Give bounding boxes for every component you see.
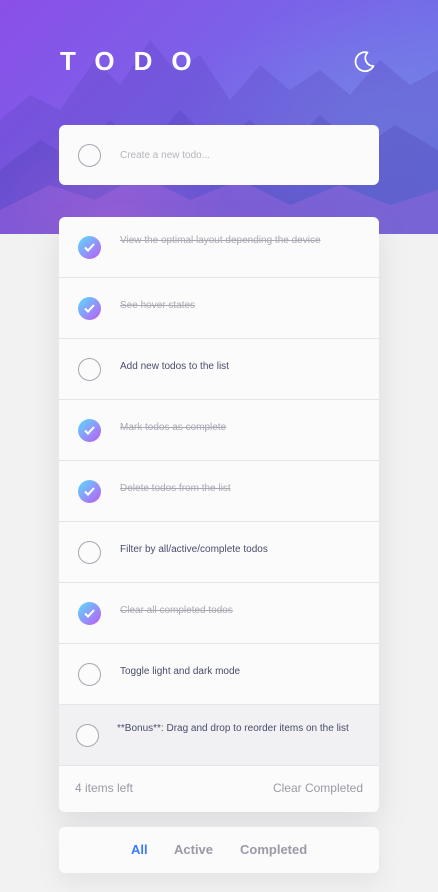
checkbox-checked[interactable] [78,602,101,625]
checkbox-unchecked[interactable] [78,541,101,564]
todo-text: See hover states [120,300,196,311]
clear-completed-button[interactable]: Clear Completed [273,781,363,795]
todo-item[interactable]: Delete todos from the list [59,461,379,522]
checkbox-checked[interactable] [78,297,101,320]
hero-background: TODO [0,0,438,234]
new-todo-card [59,125,379,185]
app-title: TODO [60,46,211,76]
filter-completed[interactable]: Completed [240,842,307,857]
filter-all[interactable]: All [131,842,148,857]
checkbox-unchecked[interactable] [78,663,101,686]
check-icon [84,609,95,618]
todo-text: Toggle light and dark mode [120,666,241,677]
new-todo-input[interactable] [120,144,360,166]
checkbox-unchecked[interactable] [78,358,101,381]
todo-item[interactable]: Filter by all/active/complete todos [59,522,379,583]
todo-text: Delete todos from the list [120,483,231,494]
checkbox-unchecked[interactable] [76,724,99,747]
mountain-silhouette [0,40,438,234]
checkbox-checked[interactable] [78,236,101,259]
check-icon [84,487,95,496]
todo-item[interactable]: Add new todos to the list [59,339,379,400]
filter-active[interactable]: Active [174,842,213,857]
todo-item[interactable]: Clear all completed todos [59,583,379,644]
todo-item[interactable]: Mark todos as complete [59,400,379,461]
todo-item[interactable]: See hover states [59,278,379,339]
todo-text: **Bonus**: Drag and drop to reorder item… [117,723,349,734]
new-todo-circle[interactable] [78,144,101,167]
moon-icon[interactable] [352,50,376,74]
todo-text: Mark todos as complete [120,422,227,433]
list-footer: 4 items left Clear Completed [59,766,379,812]
check-icon [84,243,95,252]
todo-text: Filter by all/active/complete todos [120,544,268,555]
checkbox-checked[interactable] [78,480,101,503]
check-icon [84,426,95,435]
todo-item[interactable]: Toggle light and dark mode [59,644,379,705]
todo-text: Clear all completed todos [120,605,233,616]
todo-text: View the optimal layout depending the de… [120,235,321,246]
check-icon [84,304,95,313]
items-left-count: 4 items left [75,781,134,795]
todo-item-dragging[interactable]: **Bonus**: Drag and drop to reorder item… [59,705,379,766]
filter-bar: All Active Completed [59,827,379,873]
checkbox-checked[interactable] [78,419,101,442]
todo-item[interactable]: View the optimal layout depending the de… [59,217,379,278]
todo-text: Add new todos to the list [120,361,229,372]
todo-list: View the optimal layout depending the de… [59,217,379,812]
